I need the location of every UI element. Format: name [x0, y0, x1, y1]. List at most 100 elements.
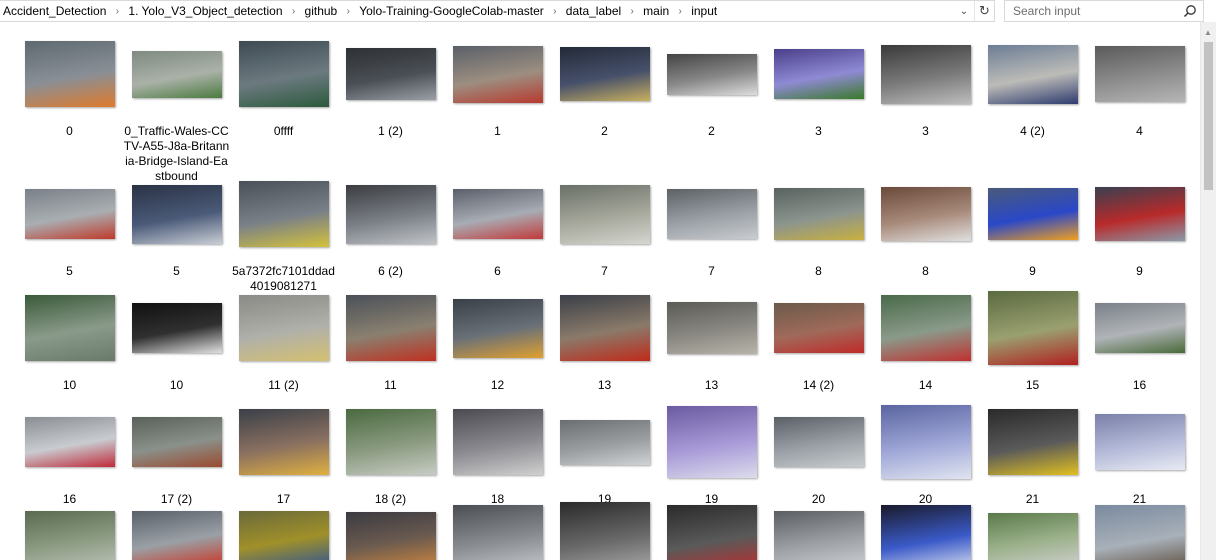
breadcrumb-item[interactable]: github	[302, 4, 341, 18]
breadcrumb: Accident_Detection › 1. Yolo_V3_Object_det…	[0, 1, 954, 21]
file-name: 4	[1136, 124, 1143, 138]
thumbnail-frame	[872, 36, 979, 112]
thumbnail-frame	[16, 176, 123, 252]
image-thumbnail	[452, 298, 543, 358]
thumbnail-frame	[551, 290, 658, 366]
thumbnail-frame	[551, 176, 658, 252]
image-thumbnail	[345, 512, 436, 560]
breadcrumb-item[interactable]: 1. Yolo_V3_Object_detection	[125, 4, 285, 18]
image-thumbnail	[24, 511, 115, 560]
thumbnail-frame	[230, 500, 337, 560]
thumbnail-frame	[1086, 176, 1193, 252]
image-thumbnail	[345, 295, 436, 361]
image-thumbnail	[24, 417, 115, 467]
thumbnail-frame	[337, 176, 444, 252]
refresh-icon[interactable]: ↻	[974, 1, 994, 21]
breadcrumb-item[interactable]: input	[688, 4, 720, 18]
chevron-right-icon[interactable]: ›	[286, 6, 302, 17]
scroll-up-icon[interactable]: ▲	[1204, 28, 1212, 37]
thumbnail-frame	[872, 290, 979, 366]
thumbnail-frame	[230, 404, 337, 480]
image-thumbnail	[666, 406, 757, 478]
thumbnail-frame	[551, 500, 658, 560]
chevron-right-icon[interactable]: ›	[547, 6, 563, 17]
image-thumbnail	[238, 409, 329, 475]
thumbnail-frame	[979, 404, 1086, 480]
chevron-right-icon[interactable]: ›	[672, 6, 688, 17]
thumbnail-frame	[16, 500, 123, 560]
file-name: 0ffff	[273, 124, 294, 138]
thumbnail-frame	[230, 36, 337, 112]
thumbnail-frame	[444, 404, 551, 480]
breadcrumb-item[interactable]: main	[640, 4, 672, 18]
thumbnail-frame	[337, 404, 444, 480]
thumbnail-frame	[123, 404, 230, 480]
chevron-right-icon[interactable]: ›	[109, 6, 125, 17]
image-thumbnail	[773, 511, 864, 560]
thumbnail-frame	[765, 404, 872, 480]
image-thumbnail	[1094, 505, 1185, 560]
search-icon[interactable]	[1183, 4, 1197, 18]
breadcrumb-item[interactable]: data_label	[563, 4, 624, 18]
file-name: 9	[1136, 264, 1143, 278]
image-thumbnail	[24, 295, 115, 361]
thumbnail-frame	[337, 36, 444, 112]
thumbnail-frame	[444, 290, 551, 366]
thumbnail-frame	[1086, 36, 1193, 112]
image-thumbnail	[1094, 414, 1185, 470]
image-thumbnail	[452, 409, 543, 475]
image-thumbnail	[238, 181, 329, 247]
image-thumbnail	[452, 45, 543, 103]
thumbnail-frame	[444, 36, 551, 112]
image-thumbnail	[880, 44, 971, 104]
image-thumbnail	[880, 187, 971, 241]
file-name: 5	[173, 264, 180, 278]
scrollbar-thumb[interactable]	[1204, 42, 1213, 190]
thumbnail-frame	[658, 176, 765, 252]
file-name: 11	[384, 378, 397, 392]
thumbnail-frame	[337, 290, 444, 366]
image-thumbnail	[345, 184, 436, 244]
search-placeholder: Search input	[1013, 4, 1081, 18]
thumbnail-frame	[765, 500, 872, 560]
vertical-scrollbar[interactable]: ▲	[1200, 22, 1216, 560]
chevron-right-icon[interactable]: ›	[340, 6, 356, 17]
image-thumbnail	[131, 303, 222, 353]
image-thumbnail	[345, 48, 436, 100]
image-thumbnail	[559, 419, 650, 465]
search-input[interactable]: Search input	[1004, 0, 1204, 22]
image-thumbnail	[666, 302, 757, 354]
thumbnail-frame	[16, 404, 123, 480]
file-name: 11 (2)	[268, 378, 299, 392]
chevron-down-icon[interactable]: ⌄	[954, 1, 974, 21]
image-thumbnail	[24, 189, 115, 239]
file-name: 4 (2)	[1020, 124, 1045, 138]
thumbnail-frame	[230, 176, 337, 252]
thumbnail-frame	[658, 404, 765, 480]
navigation-bar: Accident_Detection › 1. Yolo_V3_Object_det…	[0, 0, 1216, 22]
image-thumbnail	[773, 417, 864, 467]
thumbnail-frame	[765, 176, 872, 252]
image-thumbnail	[666, 189, 757, 239]
image-thumbnail	[559, 502, 650, 560]
file-name: 0	[66, 124, 73, 138]
thumbnail-frame	[765, 36, 872, 112]
file-name: 6	[494, 264, 501, 278]
thumbnail-frame	[1086, 404, 1193, 480]
breadcrumb-item[interactable]: Accident_Detection	[0, 4, 109, 18]
image-thumbnail	[880, 505, 971, 560]
file-name: 10	[62, 378, 77, 392]
image-thumbnail	[1094, 187, 1185, 241]
address-bar[interactable]: Accident_Detection › 1. Yolo_V3_Object_det…	[0, 0, 995, 22]
thumbnail-frame	[872, 404, 979, 480]
thumbnail-frame	[872, 176, 979, 252]
file-name: 1	[494, 124, 501, 138]
image-thumbnail	[987, 513, 1078, 560]
thumbnail-frame	[979, 500, 1086, 560]
image-thumbnail	[666, 505, 757, 560]
breadcrumb-item[interactable]: Yolo-Training-GoogleColab-master	[356, 4, 547, 18]
file-name: 8	[815, 264, 822, 278]
thumbnail-frame	[1086, 500, 1193, 560]
thumbnail-frame	[979, 176, 1086, 252]
chevron-right-icon[interactable]: ›	[624, 6, 640, 17]
